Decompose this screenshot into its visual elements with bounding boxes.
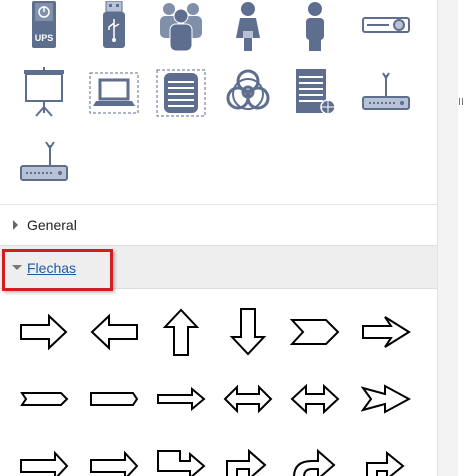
router-icon[interactable] (19, 136, 69, 186)
arrow-up-icon[interactable] (156, 307, 206, 357)
double-arrow-wide-icon[interactable] (290, 374, 340, 424)
expand-right-icon (13, 220, 18, 230)
callout-arrow-right-icon[interactable] (19, 374, 69, 424)
server-network-icon[interactable] (290, 67, 340, 117)
arrow-right-partial-icon[interactable] (19, 441, 69, 476)
highlight-annotation-box (2, 249, 113, 291)
arrow-right-icon[interactable] (19, 307, 69, 357)
arrow-right-partial-2-icon[interactable] (89, 441, 139, 476)
server-rack-icon[interactable] (156, 67, 206, 117)
arrow-left-icon[interactable] (89, 307, 139, 357)
wireless-router-icon[interactable] (361, 67, 411, 117)
section-general-label: General (27, 217, 77, 233)
woman-user-icon[interactable] (223, 1, 273, 51)
notched-arrow-icon[interactable] (361, 307, 411, 357)
panel-edge (458, 0, 467, 476)
users-group-icon[interactable] (156, 1, 206, 51)
ups-icon[interactable]: UPS (19, 1, 69, 51)
curved-arrow-icon[interactable] (290, 441, 340, 476)
thin-arrow-right-icon[interactable] (156, 374, 206, 424)
usb-drive-icon[interactable] (89, 1, 139, 51)
arrow-down-icon[interactable] (223, 307, 273, 357)
vertical-scrollbar[interactable] (437, 0, 459, 476)
bent-arrow-icon[interactable] (223, 441, 273, 476)
double-arrow-icon[interactable] (223, 374, 273, 424)
shape-library-panel: UPS General Flechas (0, 0, 437, 476)
laptop-icon[interactable] (89, 67, 139, 117)
callout-left-icon[interactable] (89, 374, 139, 424)
bent-arrow-2-icon[interactable] (361, 441, 411, 476)
striped-arrow-icon[interactable] (361, 374, 411, 424)
projector-icon[interactable] (361, 1, 411, 51)
projection-screen-icon[interactable] (19, 67, 69, 117)
man-user-icon[interactable] (290, 1, 340, 51)
svg-text:UPS: UPS (35, 33, 54, 43)
chevron-arrow-icon[interactable] (290, 307, 340, 357)
biohazard-icon[interactable] (223, 67, 273, 117)
section-general[interactable]: General (0, 204, 437, 245)
resize-grip-icon[interactable] (459, 98, 463, 105)
callout-bent-icon[interactable] (156, 441, 206, 476)
